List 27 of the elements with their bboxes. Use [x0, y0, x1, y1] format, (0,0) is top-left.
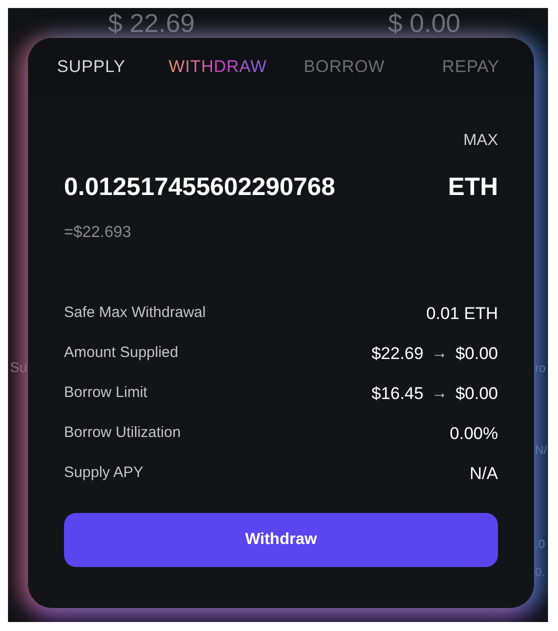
- max-label[interactable]: MAX: [463, 129, 498, 153]
- detail-value: 0.01 ETH: [426, 302, 498, 325]
- background-text: $ 22.69: [108, 10, 195, 36]
- detail-value: 0.00%: [450, 422, 498, 445]
- background-text: 0.: [535, 566, 546, 578]
- detail-label: Borrow Utilization: [64, 423, 181, 444]
- usd-value: =$22.693: [64, 224, 132, 240]
- background-text: Su: [10, 360, 28, 374]
- tab[interactable]: SUPPLY: [28, 38, 154, 95]
- detail-value: $22.69: [371, 342, 424, 365]
- detail-value: $16.45: [371, 382, 424, 405]
- background-text: ro: [535, 362, 546, 374]
- detail-label: Supply APY: [64, 463, 144, 484]
- new-value: $0.00: [455, 382, 498, 405]
- amount-value: 0.012517455602290768: [64, 172, 336, 203]
- arrow-icon: →: [431, 382, 448, 406]
- withdraw-button[interactable]: Withdraw: [64, 512, 498, 566]
- currency-label: ETH: [448, 172, 498, 203]
- detail-label: Borrow Limit: [64, 383, 148, 404]
- detail-label: Amount Supplied: [64, 343, 178, 364]
- background-text: $ 0.00: [388, 10, 460, 36]
- background-text: N/: [535, 444, 547, 456]
- detail-value: N/A: [470, 462, 498, 485]
- new-value: $0.00: [455, 342, 498, 365]
- background-text: .0: [535, 538, 546, 550]
- detail-label: Safe Max Withdrawal: [64, 303, 206, 324]
- arrow-icon: →: [431, 342, 448, 366]
